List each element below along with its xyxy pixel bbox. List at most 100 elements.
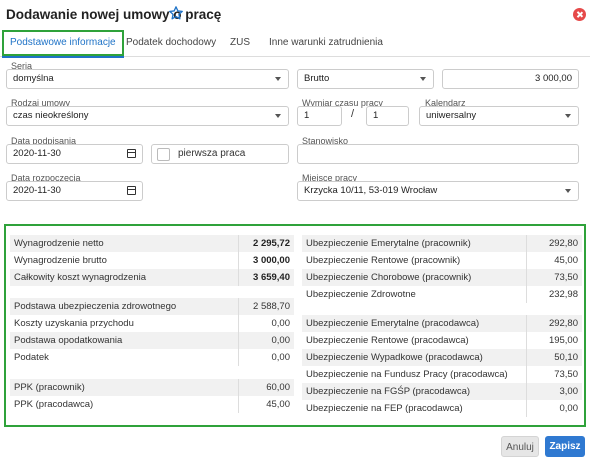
- summary-row: Ubezpieczenie Zdrowotne 232,98: [302, 286, 582, 303]
- summary-value: 232,98: [548, 289, 578, 300]
- divider: [238, 252, 239, 269]
- summary-value: 3 000,00: [253, 255, 290, 266]
- tab-podatek-dochodowy[interactable]: Podatek dochodowy: [126, 30, 216, 56]
- summary-value: 292,80: [548, 318, 578, 329]
- calendar-icon[interactable]: [127, 186, 136, 195]
- star-icon[interactable]: [168, 5, 184, 21]
- calendar-icon[interactable]: [127, 149, 136, 158]
- save-button[interactable]: Zapisz: [545, 436, 585, 457]
- dialog-header: Dodawanie nowej umowy o pracę: [0, 0, 590, 30]
- summary-row: Ubezpieczenie na Fundusz Pracy (pracodaw…: [302, 366, 582, 383]
- divider: [238, 235, 239, 252]
- rodzaj-umowy-select[interactable]: czas nieokreślony: [6, 106, 289, 126]
- miejsce-pracy-select[interactable]: Krzycka 10/11, 53-019 Wrocław: [297, 181, 579, 201]
- summary-row: Podatek 0,00: [10, 349, 294, 366]
- wymiar-numerator-field[interactable]: 1: [297, 106, 342, 126]
- summary-label: Podatek: [14, 352, 49, 363]
- data-rozpoczecia-value: 2020-11-30: [13, 185, 61, 196]
- divider: [238, 379, 239, 396]
- summary-value: 3 659,40: [253, 272, 290, 283]
- summary-label: Ubezpieczenie Wypadkowe (pracodawca): [306, 352, 483, 363]
- summary-value: 292,80: [548, 238, 578, 249]
- summary-panel: Wynagrodzenie netto 2 295,72 Wynagrodzen…: [4, 224, 586, 427]
- summary-label: Ubezpieczenie Emerytalne (pracodawca): [306, 318, 480, 329]
- pierwsza-praca-box[interactable]: pierwsza praca: [151, 144, 289, 164]
- summary-label: Ubezpieczenie na Fundusz Pracy (pracodaw…: [306, 369, 508, 380]
- divider: [238, 298, 239, 315]
- summary-row: Ubezpieczenie na FGŚP (pracodawca) 3,00: [302, 383, 582, 400]
- tab-zus[interactable]: ZUS: [230, 30, 250, 56]
- summary-label: Ubezpieczenie Emerytalne (pracownik): [306, 238, 471, 249]
- divider: [526, 252, 527, 269]
- summary-label: PPK (pracownik): [14, 382, 85, 393]
- summary-label: Wynagrodzenie brutto: [14, 255, 107, 266]
- summary-row: Wynagrodzenie brutto 3 000,00: [10, 252, 294, 269]
- pierwsza-praca-checkbox[interactable]: [157, 148, 170, 161]
- divider: [238, 396, 239, 413]
- summary-label: PPK (pracodawca): [14, 399, 94, 410]
- summary-label: Ubezpieczenie Zdrowotne: [306, 289, 416, 300]
- brutto-type-select[interactable]: Brutto: [297, 69, 434, 89]
- data-rozpoczecia-input[interactable]: 2020-11-30: [6, 181, 143, 201]
- seria-select[interactable]: domyślna: [6, 69, 289, 89]
- kalendarz-select[interactable]: uniwersalny: [419, 106, 579, 126]
- seria-value: domyślna: [13, 73, 54, 84]
- brutto-type-value: Brutto: [304, 73, 330, 84]
- data-podpisania-input[interactable]: 2020-11-30: [6, 144, 143, 164]
- cancel-button[interactable]: Anuluj: [501, 436, 539, 457]
- summary-row: PPK (pracodawca) 45,00: [10, 396, 294, 413]
- rodzaj-umowy-value: czas nieokreślony: [13, 110, 89, 121]
- summary-label: Podstawa ubezpieczenia zdrowotnego: [14, 301, 177, 312]
- tab-podstawowe-informacje[interactable]: Podstawowe informacje: [2, 30, 124, 58]
- divider: [526, 400, 527, 417]
- summary-label: Koszty uzyskania przychodu: [14, 318, 134, 329]
- tab-inne-warunki[interactable]: Inne warunki zatrudnienia: [269, 30, 383, 56]
- divider: [526, 315, 527, 332]
- summary-label: Wynagrodzenie netto: [14, 238, 104, 249]
- summary-label: Ubezpieczenie Chorobowe (pracownik): [306, 272, 472, 283]
- summary-row: Podstawa opodatkowania 0,00: [10, 332, 294, 349]
- summary-row: Ubezpieczenie na FEP (pracodawca) 0,00: [302, 400, 582, 417]
- divider: [526, 235, 527, 252]
- summary-row: Ubezpieczenie Emerytalne (pracownik) 292…: [302, 235, 582, 252]
- summary-value: 45,00: [266, 399, 290, 410]
- summary-value: 45,00: [554, 255, 578, 266]
- wymiar-denominator-value: 1: [373, 110, 379, 121]
- divider: [526, 366, 527, 383]
- summary-label: Ubezpieczenie Rentowe (pracownik): [306, 255, 461, 266]
- divider: [238, 315, 239, 332]
- summary-value: 0,00: [271, 318, 291, 329]
- summary-value: 3,00: [559, 386, 579, 397]
- kalendarz-value: uniwersalny: [426, 110, 477, 121]
- summary-value: 50,10: [554, 352, 578, 363]
- divider: [526, 286, 527, 303]
- summary-row: Ubezpieczenie Chorobowe (pracownik) 73,5…: [302, 269, 582, 286]
- summary-row: Całkowity koszt wynagrodzenia 3 659,40: [10, 269, 294, 286]
- summary-row: Wynagrodzenie netto 2 295,72: [10, 235, 294, 252]
- summary-row: Ubezpieczenie Wypadkowe (pracodawca) 50,…: [302, 349, 582, 366]
- dialog-title: Dodawanie nowej umowy o pracę: [6, 7, 222, 22]
- summary-label: Ubezpieczenie na FEP (pracodawca): [306, 403, 463, 414]
- divider: [238, 349, 239, 366]
- divider: [526, 269, 527, 286]
- summary-label: Całkowity koszt wynagrodzenia: [14, 272, 147, 283]
- divider: [526, 332, 527, 349]
- summary-row: Ubezpieczenie Rentowe (pracownik) 45,00: [302, 252, 582, 269]
- divider: [238, 269, 239, 286]
- summary-label: Podstawa opodatkowania: [14, 335, 123, 346]
- stanowisko-input[interactable]: [297, 144, 579, 164]
- divider: [238, 332, 239, 349]
- summary-row: Podstawa ubezpieczenia zdrowotnego 2 588…: [10, 298, 294, 315]
- close-icon[interactable]: [573, 8, 586, 21]
- tab-bar: Podstawowe informacje Podatek dochodowy …: [0, 30, 590, 58]
- summary-row: Koszty uzyskania przychodu 0,00: [10, 315, 294, 332]
- summary-value: 0,00: [559, 403, 579, 414]
- summary-value: 73,50: [554, 369, 578, 380]
- wymiar-numerator-value: 1: [304, 110, 310, 121]
- miejsce-pracy-value: Krzycka 10/11, 53-019 Wrocław: [304, 185, 438, 196]
- amount-field[interactable]: 3 000,00: [442, 69, 579, 89]
- summary-value: 2 295,72: [253, 238, 290, 249]
- wymiar-denominator-field[interactable]: 1: [366, 106, 409, 126]
- amount-value: 3 000,00: [535, 73, 572, 84]
- summary-value: 60,00: [266, 382, 290, 393]
